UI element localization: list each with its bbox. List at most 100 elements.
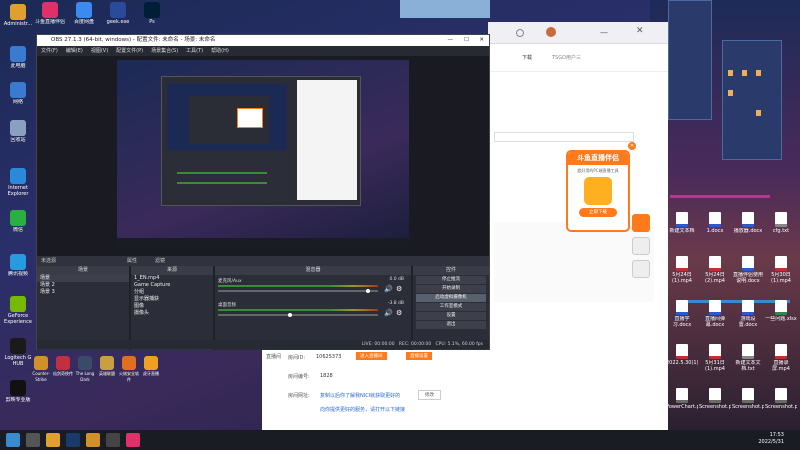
douyu-icon[interactable] — [126, 433, 140, 447]
obs-menu-item[interactable]: 文件(F) — [41, 46, 58, 56]
properties-button[interactable]: 属性 — [127, 256, 137, 266]
avatar[interactable] — [546, 27, 556, 37]
modify-button[interactable]: 修改 — [418, 390, 441, 400]
file-icon[interactable]: Screenshot.png — [699, 388, 731, 410]
speaker-icon[interactable]: 🔊 — [384, 309, 393, 317]
desktop-icon[interactable]: 微信 — [2, 210, 34, 233]
control-button[interactable]: 退出 — [416, 321, 486, 329]
game-icon[interactable] — [86, 433, 100, 447]
search-icon[interactable] — [26, 433, 40, 447]
desktop-icon[interactable]: Administr... — [2, 4, 34, 27]
obs-close-icon[interactable]: ✕ — [479, 35, 484, 46]
promo-card[interactable]: 斗鱼直播伴侣 超好用的PC端直播工具 立即下载 — [566, 150, 630, 232]
room-settings-button[interactable]: 直播设置 — [406, 352, 432, 360]
side-live-label[interactable]: 直播间 — [266, 353, 281, 360]
control-button[interactable]: 启动虚拟摄像机 — [416, 294, 486, 302]
room-link[interactable]: 复制以后你了解我NICI就获取更好的 — [320, 392, 400, 399]
minimize-icon[interactable]: — — [600, 28, 608, 37]
desktop-icon[interactable]: 百度网盘 — [68, 2, 100, 25]
file-icon[interactable]: 5月31日(1).mp4 — [699, 344, 731, 372]
control-button[interactable]: 工作室模式 — [416, 303, 486, 311]
file-icon[interactable]: 新建文本档 — [666, 212, 698, 234]
close-icon[interactable]: ✕ — [636, 26, 644, 36]
file-icon[interactable]: PowerChart.png — [666, 388, 698, 410]
file-icon[interactable]: 5月24日(2).mp4 — [699, 256, 731, 284]
desktop-icon[interactable]: Ps — [136, 2, 168, 25]
side-feedback-button[interactable] — [632, 260, 650, 278]
side-live-button[interactable] — [632, 214, 650, 232]
control-button[interactable]: 停止推流 — [416, 276, 486, 284]
scene-item[interactable]: 场景 3 — [37, 289, 129, 296]
desktop-icon[interactable]: Counter-Strike Global Off... — [30, 356, 52, 383]
desktop-icon[interactable]: 虎牙直播 — [140, 356, 162, 377]
scene-item[interactable]: 场景 — [37, 275, 129, 282]
desktop-icon[interactable]: 回收站 — [2, 120, 34, 143]
speaker-icon[interactable]: 🔊 — [384, 285, 393, 293]
source-item[interactable]: 摄像头 — [131, 310, 213, 317]
fader-knob[interactable] — [288, 313, 293, 317]
control-button[interactable]: 开始录制 — [416, 285, 486, 293]
file-icon[interactable]: 新建文本文档.txt — [732, 344, 764, 372]
explorer-icon[interactable] — [46, 433, 60, 447]
source-item[interactable]: Game Capture — [131, 282, 213, 289]
obs-preview[interactable] — [37, 56, 489, 256]
file-icon[interactable]: Screenshot.png — [732, 388, 764, 410]
obs-icon[interactable] — [106, 433, 120, 447]
source-item[interactable]: 分组 — [131, 289, 213, 296]
desktop-icon[interactable]: 腾讯视频 — [2, 254, 34, 277]
desktop-icon[interactable]: 此电脑 — [2, 46, 34, 69]
desktop-icon[interactable]: 剪映专业版 — [2, 380, 34, 403]
source-item[interactable]: 显示器捕获 — [131, 296, 213, 303]
source-item[interactable]: 1_EN.mp4 — [131, 275, 213, 282]
file-icon[interactable]: 1.docx — [699, 212, 731, 234]
desktop-icon[interactable]: 英雄联盟 — [96, 356, 118, 377]
obs-menu-item[interactable]: 工具(T) — [186, 46, 203, 56]
desktop-icon[interactable]: The Long Dark — [74, 356, 96, 383]
text-input-box[interactable] — [494, 132, 634, 142]
control-button[interactable]: 设置 — [416, 312, 486, 320]
file-icon[interactable]: 直播伴侣使用说明.docx — [732, 256, 764, 284]
taskbar-clock[interactable]: 17:53 2022/5/31 — [758, 432, 784, 446]
promo-close-icon[interactable]: ✕ — [628, 142, 636, 150]
steam-icon[interactable] — [66, 433, 80, 447]
file-icon[interactable]: 播放器.docx — [732, 212, 764, 234]
desktop-icon[interactable]: 火绒安全软件 — [118, 356, 140, 383]
file-icon[interactable]: 2022.5.30(1).mp4 — [666, 344, 698, 366]
obs-menu-item[interactable]: 场景集合(S) — [151, 46, 178, 56]
file-icon[interactable]: 一些问题.xlsx — [765, 300, 797, 322]
fader-knob[interactable] — [366, 289, 371, 293]
file-icon[interactable]: Screenshot.png — [765, 388, 797, 410]
obs-minimize-icon[interactable]: — — [448, 35, 454, 46]
volume-fader[interactable] — [218, 289, 378, 293]
file-icon[interactable]: 游戏设置.docx — [732, 300, 764, 328]
obs-menu-item[interactable]: 编辑(E) — [66, 46, 83, 56]
desktop-icon[interactable]: 网络 — [2, 82, 34, 105]
scene-item[interactable]: 场景 2 — [37, 282, 129, 289]
file-icon[interactable]: 5月30日(1).mp4 — [765, 256, 797, 284]
desktop-icon[interactable]: GeForce Experience — [2, 296, 34, 325]
volume-fader[interactable] — [218, 313, 378, 317]
desktop-icon[interactable]: 斗鱼直播伴侣 — [34, 2, 66, 25]
download-link[interactable]: 下载 — [522, 54, 532, 61]
desktop-icon[interactable]: 仙剑奇侠传 — [52, 356, 74, 377]
source-item[interactable]: 图像 — [131, 303, 213, 310]
back-icon[interactable] — [516, 29, 524, 37]
user-menu[interactable]: TSGO用户三 — [552, 54, 581, 61]
gear-icon[interactable]: ⚙ — [396, 309, 402, 317]
filters-button[interactable]: 滤镜 — [155, 256, 165, 266]
obs-maximize-icon[interactable]: ☐ — [464, 35, 469, 46]
file-icon[interactable]: 直播间弹幕.docx — [699, 300, 731, 328]
obs-menu-item[interactable]: 帮助(H) — [211, 46, 229, 56]
side-home-button[interactable] — [632, 237, 650, 255]
file-icon[interactable]: 直播录屏.mp4 — [765, 344, 797, 372]
desktop-icon[interactable]: geek.exe — [102, 2, 134, 25]
desktop-icon[interactable]: Internet Explorer — [2, 168, 34, 197]
start-icon[interactable] — [6, 433, 20, 447]
file-icon[interactable]: cfg.txt — [765, 212, 797, 234]
obs-menu-item[interactable]: 配置文件(P) — [116, 46, 143, 56]
file-icon[interactable]: 直播学习.docx — [666, 300, 698, 328]
promo-download-button[interactable]: 立即下载 — [579, 208, 617, 217]
file-icon[interactable]: 5月24日(1).mp4 — [666, 256, 698, 284]
obs-menu-item[interactable]: 视图(V) — [91, 46, 108, 56]
enter-room-button[interactable]: 进入直播间 — [356, 352, 387, 360]
